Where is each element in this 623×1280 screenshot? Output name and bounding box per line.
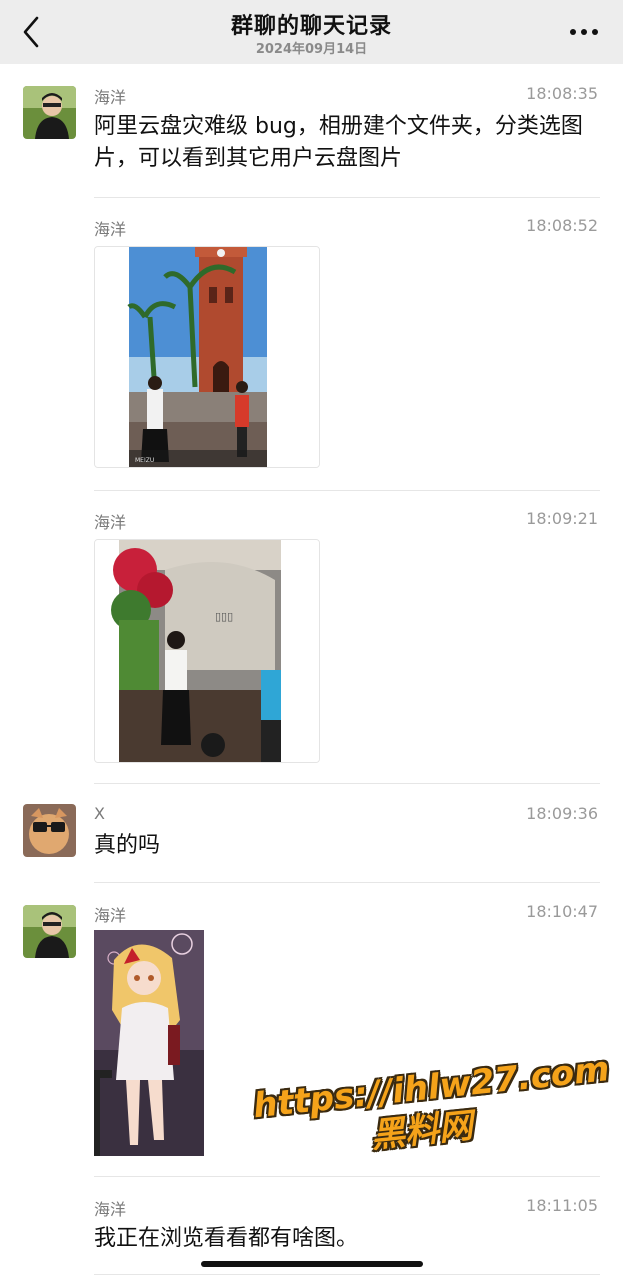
sender-name: 海洋 <box>94 220 127 239</box>
avatar[interactable] <box>23 905 76 958</box>
sender-name: 海洋 <box>94 88 127 107</box>
message-text: 我正在浏览看看都有啥图。 <box>94 1226 359 1251</box>
avatar-photo-man <box>23 905 76 958</box>
watermark: https://ihlw27.com 黑料网 <box>251 1049 611 1195</box>
message-time: 18:11:05 <box>526 1196 598 1215</box>
image-caption: MEIZU <box>135 457 154 464</box>
message-text: 阿里云盘灾难级 bug，相册建个文件夹，分类选图片，可以看到其它用户云盘图片 <box>94 114 583 171</box>
illustration-anime-girl <box>94 930 204 1156</box>
divider <box>94 783 600 784</box>
page-title: 群聊的聊天记录 <box>230 14 392 39</box>
svg-text:▯▯▯: ▯▯▯ <box>215 610 233 623</box>
divider <box>94 490 600 491</box>
photo-clock-tower: MEIZU <box>95 247 319 467</box>
sender-name: X <box>94 804 105 823</box>
message-time: 18:10:47 <box>526 902 598 921</box>
image-message[interactable]: MEIZU <box>94 246 320 468</box>
avatar-photo-man <box>23 86 76 139</box>
message-time: 18:09:36 <box>526 804 598 823</box>
photo-garden-wall: ▯▯▯ <box>95 540 319 762</box>
avatar[interactable] <box>23 804 76 857</box>
message-time: 18:09:21 <box>526 509 598 528</box>
divider <box>94 1274 600 1275</box>
home-indicator[interactable] <box>201 1261 423 1267</box>
image-message[interactable] <box>94 930 204 1156</box>
top-bar: 群聊的聊天记录 2024年09月14日 <box>0 0 623 64</box>
sender-name: 海洋 <box>94 906 127 925</box>
more-button[interactable] <box>565 20 605 44</box>
avatar-photo-cat <box>23 804 76 857</box>
message-time: 18:08:35 <box>526 84 598 103</box>
divider <box>94 197 600 198</box>
divider <box>94 882 600 883</box>
image-message[interactable]: ▯▯▯ <box>94 539 320 763</box>
sender-name: 海洋 <box>94 1200 127 1219</box>
avatar[interactable] <box>23 86 76 139</box>
message-time: 18:08:52 <box>526 216 598 235</box>
sender-name: 海洋 <box>94 513 127 532</box>
more-dots-icon <box>570 29 598 35</box>
message-text: 真的吗 <box>94 833 161 858</box>
page-date: 2024年09月14日 <box>255 42 368 57</box>
